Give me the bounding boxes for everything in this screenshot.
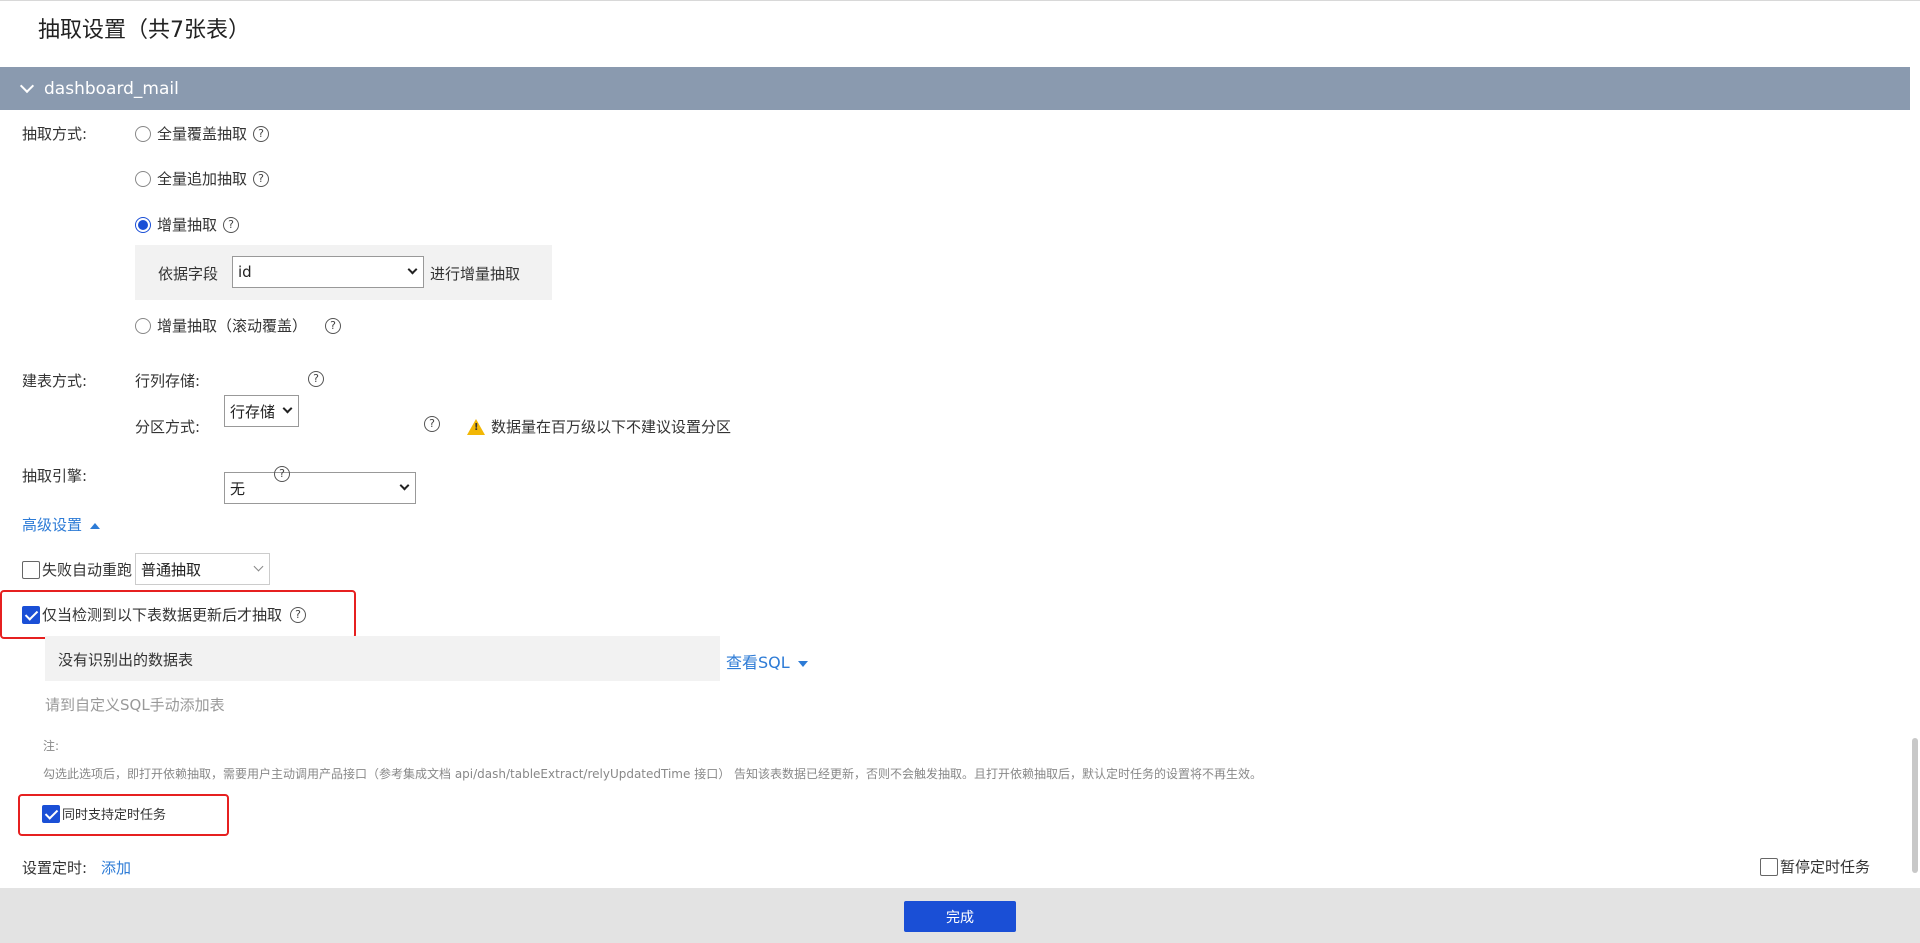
- storage-label: 行列存储:: [135, 372, 201, 390]
- section-header[interactable]: dashboard_mail: [0, 67, 1910, 110]
- incremental-prefix: 依据字段: [158, 265, 219, 283]
- pause-schedule-option[interactable]: 暂停定时任务: [1760, 856, 1870, 877]
- view-sql-label: 查看SQL: [726, 653, 790, 672]
- fail-retry-option[interactable]: 失败自动重跑: [22, 559, 132, 580]
- add-schedule-link[interactable]: 添加: [101, 857, 131, 878]
- advanced-settings-toggle[interactable]: 高级设置: [22, 514, 101, 535]
- help-icon[interactable]: ?: [274, 466, 290, 482]
- incremental-suffix: 进行增量抽取: [430, 265, 521, 283]
- table-mode-label: 建表方式:: [22, 372, 88, 390]
- select-value: id: [238, 263, 252, 281]
- radio-button[interactable]: [135, 170, 151, 187]
- select-value: 普通抽取: [141, 560, 202, 579]
- radio-button[interactable]: [135, 317, 151, 334]
- caret-up-icon: [90, 522, 101, 529]
- radio-full-overwrite[interactable]: 全量覆盖抽取 ?: [135, 123, 270, 144]
- partition-label: 分区方式:: [135, 418, 201, 436]
- fail-retry-label: 失败自动重跑: [42, 561, 133, 579]
- incremental-field-select[interactable]: id: [232, 256, 424, 288]
- note-title: 注:: [43, 739, 60, 753]
- also-schedule-label: 同时支持定时任务: [62, 808, 167, 823]
- option-label: 增量抽取（滚动覆盖）: [157, 317, 308, 335]
- engine-label: 抽取引擎:: [22, 467, 88, 485]
- help-icon[interactable]: ?: [253, 125, 270, 142]
- option-label: 全量追加抽取: [157, 170, 248, 188]
- help-icon[interactable]: ?: [223, 216, 240, 233]
- radio-button[interactable]: [135, 125, 151, 142]
- storage-select[interactable]: 行存储: [224, 395, 299, 427]
- chevron-down-icon: [407, 264, 418, 275]
- chevron-down-icon: [399, 480, 410, 491]
- select-value: 行存储: [230, 402, 276, 421]
- warning-text: 数据量在百万级以下不建议设置分区: [491, 418, 732, 436]
- no-tables-text: 没有识别出的数据表: [58, 651, 194, 669]
- radio-button-selected[interactable]: [135, 216, 151, 233]
- help-icon[interactable]: ?: [424, 416, 440, 432]
- engine-select[interactable]: 普通抽取: [135, 553, 270, 585]
- help-icon[interactable]: ?: [325, 317, 342, 334]
- section-name: dashboard_mail: [44, 78, 179, 99]
- only-on-update-label: 仅当检测到以下表数据更新后才抽取: [42, 606, 283, 624]
- top-divider: [0, 0, 1920, 1]
- extract-mode-label: 抽取方式:: [22, 125, 88, 143]
- partition-warning: 数据量在百万级以下不建议设置分区: [467, 416, 731, 437]
- only-on-update-checkbox[interactable]: [22, 605, 40, 624]
- chevron-down-icon: [282, 403, 293, 414]
- radio-incremental-rolling[interactable]: 增量抽取（滚动覆盖） ?: [135, 315, 342, 336]
- pause-schedule-label: 暂停定时任务: [1780, 858, 1871, 876]
- caret-down-icon: [797, 660, 808, 667]
- help-icon[interactable]: ?: [290, 606, 307, 623]
- help-icon[interactable]: ?: [308, 371, 324, 387]
- extract-settings-page: 抽取设置（共7张表） dashboard_mail 抽取方式: 全量覆盖抽取 ?…: [0, 0, 1920, 943]
- schedule-label: 设置定时:: [22, 859, 88, 877]
- warning-icon: [467, 418, 485, 435]
- option-label: 增量抽取: [157, 216, 218, 234]
- help-icon[interactable]: ?: [253, 170, 270, 187]
- also-schedule-checkbox[interactable]: [42, 804, 60, 823]
- note-text: 勾选此选项后，即打开依赖抽取，需要用户主动调用产品接口（参考集成文档 api/d…: [43, 767, 1263, 781]
- vertical-scrollbar[interactable]: [1912, 738, 1918, 873]
- select-value: 无: [230, 479, 246, 498]
- option-label: 全量覆盖抽取: [157, 125, 248, 143]
- partition-select[interactable]: 无: [224, 472, 416, 504]
- radio-incremental[interactable]: 增量抽取 ?: [135, 214, 240, 235]
- only-on-update-option[interactable]: 仅当检测到以下表数据更新后才抽取 ?: [22, 604, 307, 625]
- done-button[interactable]: 完成: [904, 901, 1016, 932]
- fail-retry-checkbox[interactable]: [22, 560, 40, 579]
- pause-schedule-checkbox[interactable]: [1760, 857, 1778, 876]
- custom-sql-hint: 请到自定义SQL手动添加表: [45, 696, 225, 714]
- also-schedule-option[interactable]: 同时支持定时任务: [42, 804, 166, 823]
- radio-full-append[interactable]: 全量追加抽取 ?: [135, 168, 270, 189]
- chevron-down-icon: [253, 561, 264, 572]
- page-title: 抽取设置（共7张表）: [38, 18, 250, 43]
- view-sql-link[interactable]: 查看SQL: [726, 649, 808, 673]
- advanced-toggle-label: 高级设置: [22, 516, 83, 534]
- chevron-down-icon: [19, 78, 35, 93]
